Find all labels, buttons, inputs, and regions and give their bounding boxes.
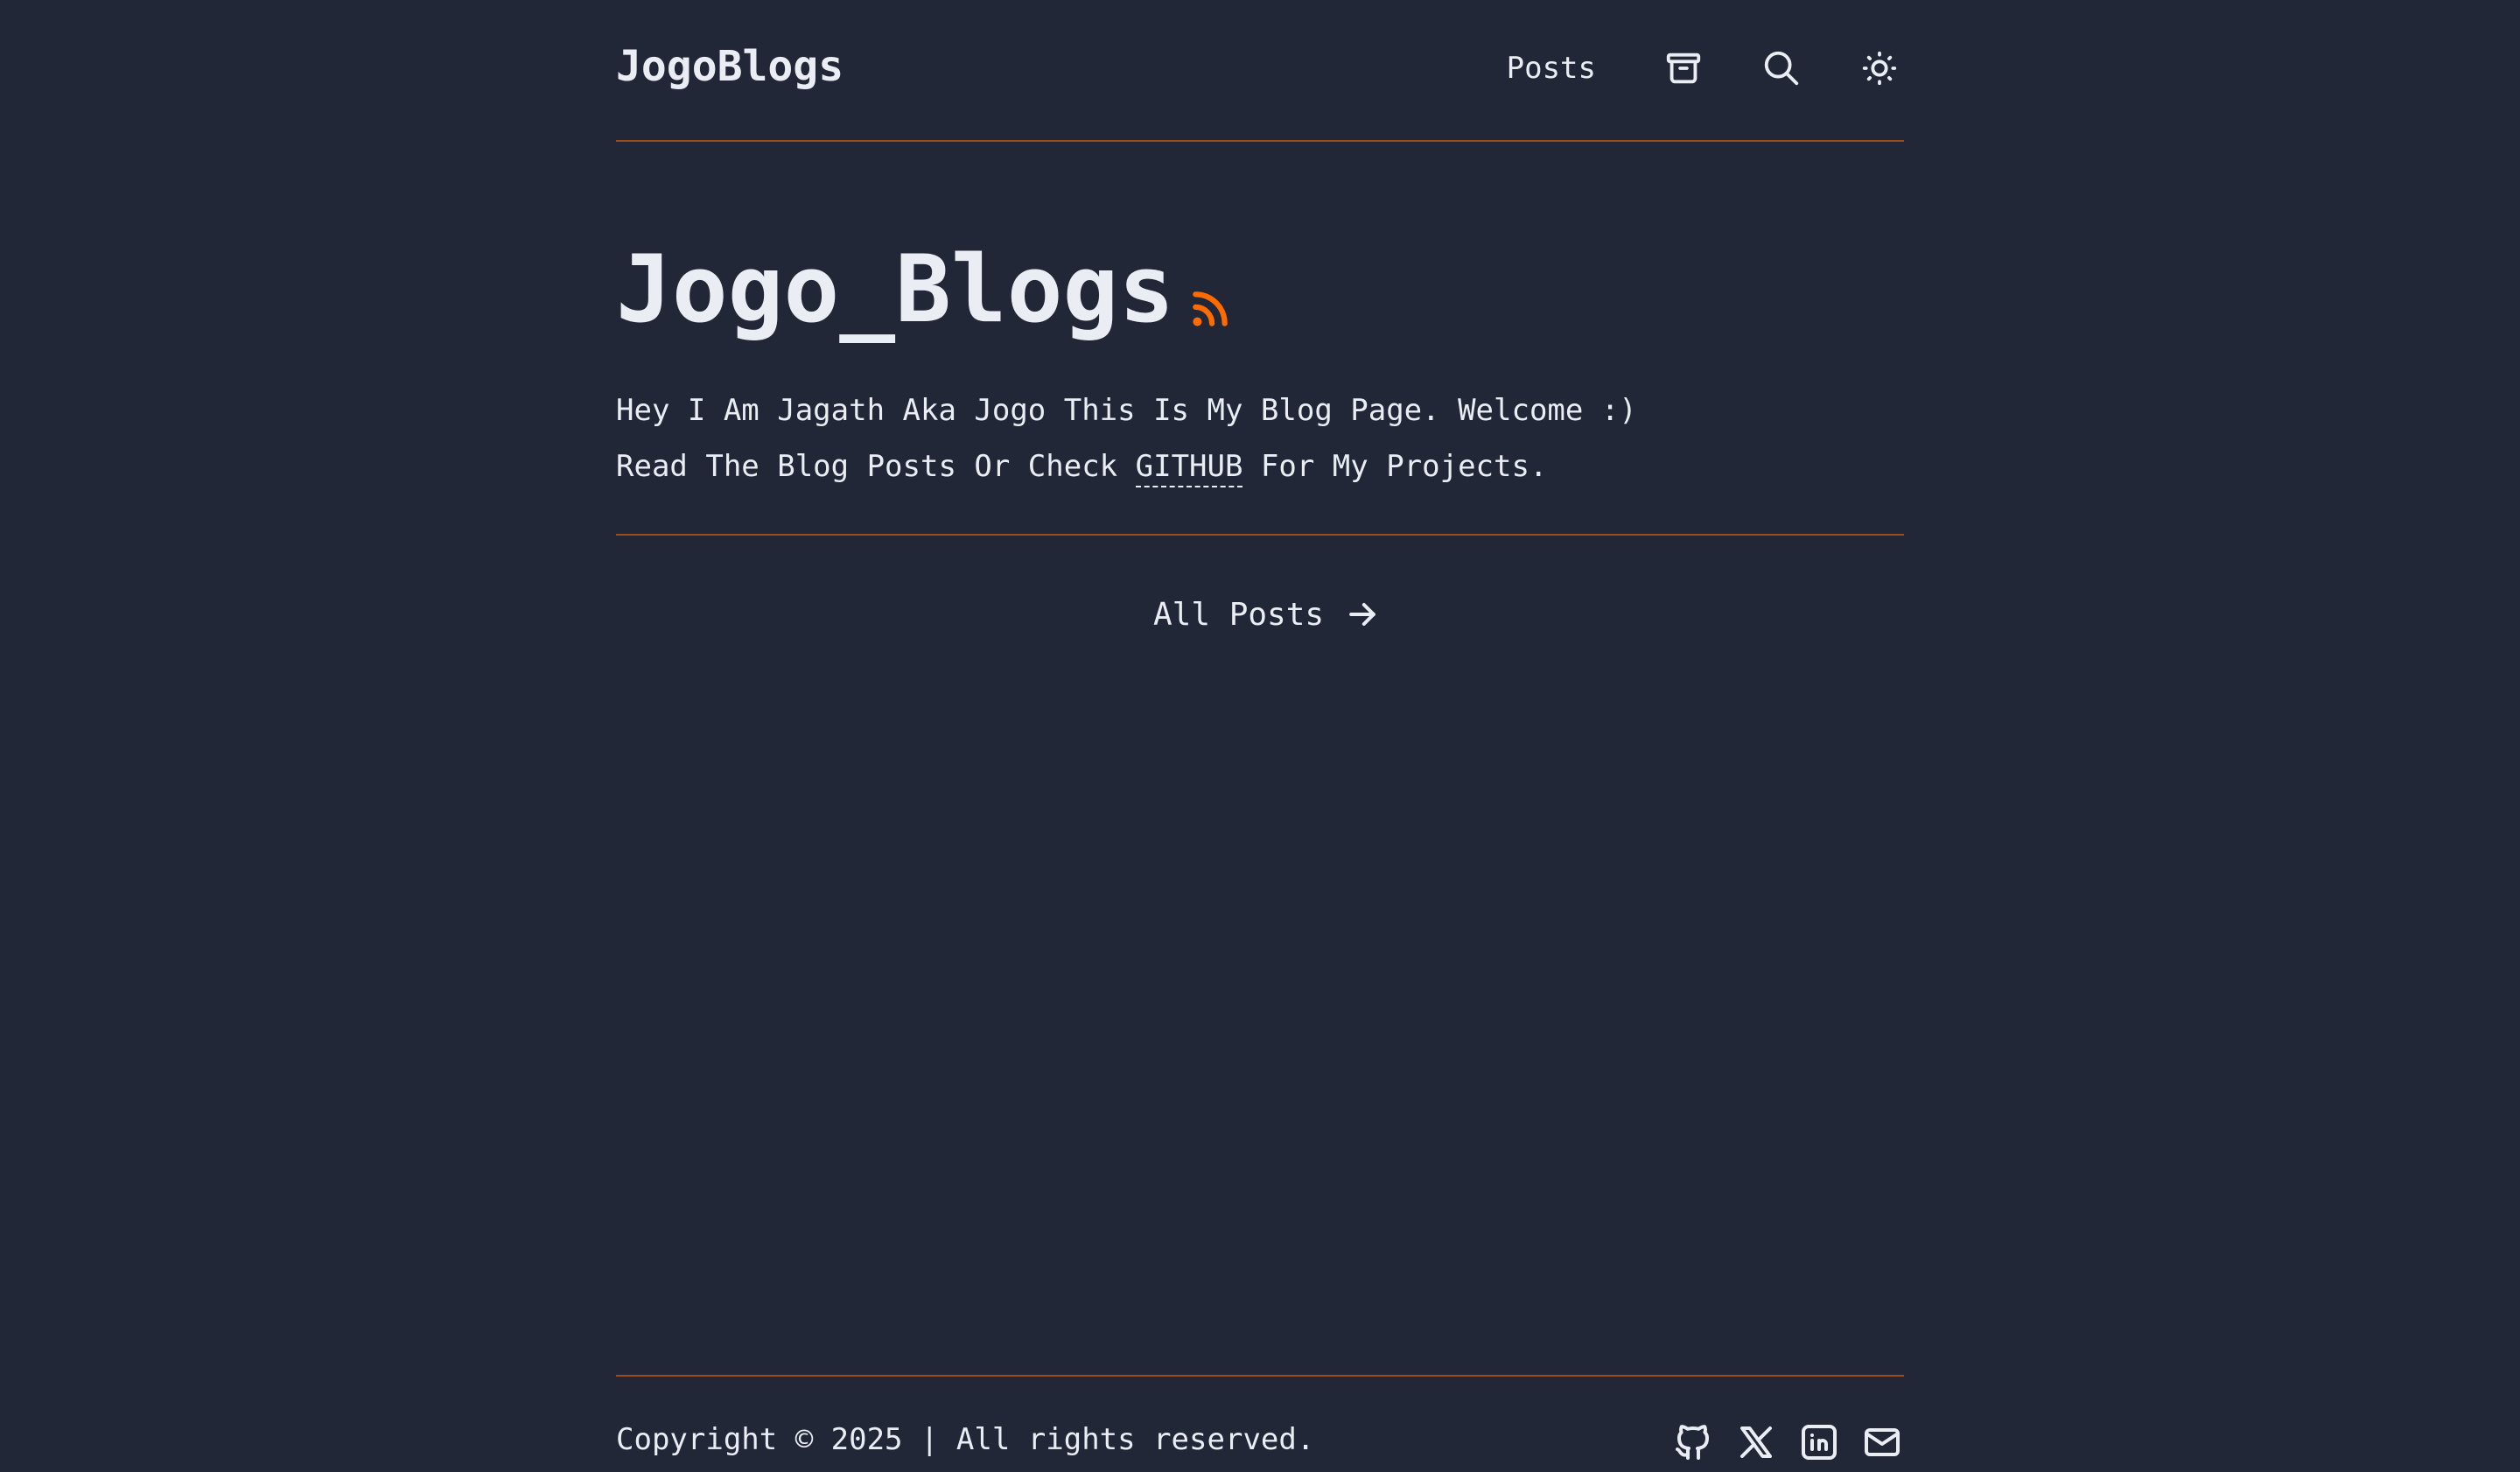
archive-icon[interactable] (1659, 44, 1708, 93)
search-icon[interactable] (1757, 44, 1806, 93)
site-header: JogoBlogs Posts (616, 0, 1904, 142)
hero-section: Jogo_Blogs Hey I Am Jagath Aka Jogo This… (616, 142, 1904, 536)
rss-icon[interactable] (1188, 287, 1232, 331)
arrow-right-icon (1349, 602, 1376, 627)
linkedin-icon[interactable] (1797, 1420, 1841, 1464)
hero-title: Jogo_Blogs (616, 235, 1175, 343)
main-nav: Posts (1507, 40, 1904, 96)
hero-title-row: Jogo_Blogs (616, 243, 1232, 336)
copyright-text: Copyright © 2025 | All rights reserved. (616, 1422, 1315, 1457)
hero-intro-line: Hey I Am Jagath Aka Jogo This Is My Blog… (616, 393, 1637, 428)
hero-github-line: Read The Blog Posts Or Check GITHUB For … (616, 449, 1548, 487)
mail-icon[interactable] (1860, 1420, 1904, 1464)
all-posts-link[interactable]: All Posts (1153, 595, 1382, 634)
site-footer: Copyright © 2025 | All rights reserved. (616, 1375, 1904, 1472)
hero-line2-prefix: Read The Blog Posts Or Check (616, 449, 1136, 484)
nav-posts-link[interactable]: Posts (1507, 51, 1596, 86)
hero-line2-suffix: For My Projects. (1242, 449, 1548, 484)
page: JogoBlogs Posts Jogo_Blogs Hey I Am Jaga… (0, 0, 2520, 1472)
github-icon[interactable] (1671, 1420, 1715, 1464)
sun-icon[interactable] (1855, 44, 1904, 93)
site-logo[interactable]: JogoBlogs (616, 42, 844, 91)
all-posts-label: All Posts (1153, 596, 1325, 633)
github-link[interactable]: GITHUB (1135, 449, 1243, 487)
social-links (1671, 1420, 1904, 1464)
x-icon[interactable] (1734, 1420, 1778, 1464)
